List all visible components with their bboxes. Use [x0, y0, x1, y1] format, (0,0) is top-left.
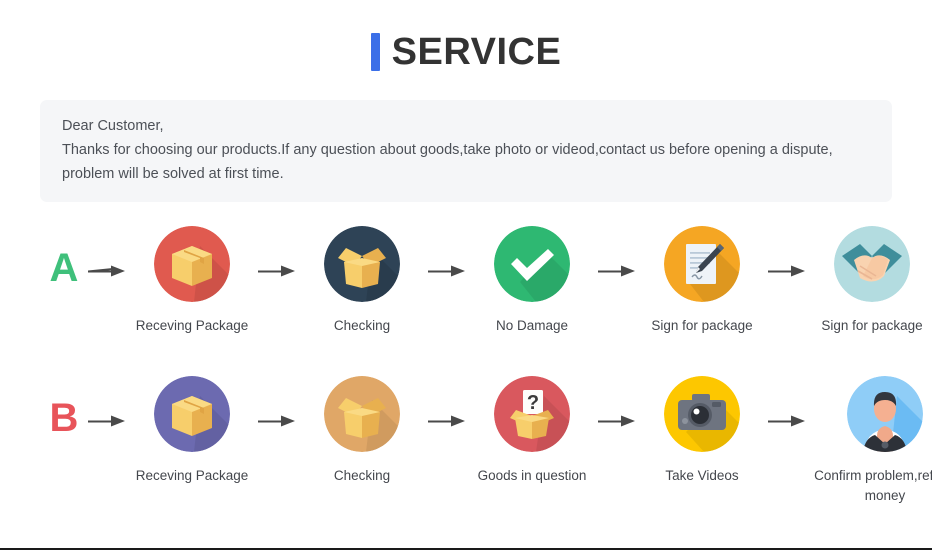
step-goods-in-question: ? Goods in question	[470, 376, 594, 486]
arrow-right-icon	[254, 264, 300, 278]
step-label: Checking	[333, 468, 391, 483]
check-mark-icon	[494, 226, 570, 302]
flow-row-a: A Receving Package Checking No Damage Si…	[0, 226, 932, 336]
camera-icon	[664, 376, 740, 452]
question-box-icon: ?	[494, 376, 570, 452]
step-sign-for-package-1: Sign for package	[640, 226, 764, 336]
step-label: Take Videos	[665, 468, 739, 483]
arrow-right-icon	[424, 414, 470, 428]
step-checking-a: Checking	[300, 226, 424, 336]
step-receiving-package-a: Receving Package	[130, 226, 254, 336]
customer-notice: Dear Customer, Thanks for choosing our p…	[40, 100, 892, 202]
notice-line-3: problem will be solved at first time.	[62, 166, 284, 182]
arrow-right-icon	[764, 414, 810, 428]
step-label: Confirm problem,refund money	[814, 468, 932, 503]
step-label: Checking	[333, 318, 391, 333]
arrow-right-icon	[254, 414, 300, 428]
arrow-right-icon	[424, 264, 470, 278]
page-title-text: SERVICE	[391, 31, 562, 73]
closed-box-icon	[154, 376, 230, 452]
service-page: SERVICE Dear Customer, Thanks for choosi…	[0, 0, 932, 548]
step-receiving-package-b: Receving Package	[130, 376, 254, 486]
step-label: No Damage	[495, 318, 569, 333]
flow-letter-a: A	[49, 246, 79, 290]
step-checking-b: Checking	[300, 376, 424, 486]
step-label: Receving Package	[135, 318, 249, 333]
step-label: Sign for package	[821, 318, 923, 333]
flow-letter-b: B	[49, 396, 79, 440]
arrow-right-icon	[84, 414, 130, 428]
handshake-icon	[834, 226, 910, 302]
step-confirm-problem-refund: Confirm problem,refund money	[810, 376, 932, 506]
svg-text:?: ?	[527, 392, 539, 414]
open-box-icon	[324, 226, 400, 302]
step-no-damage: No Damage	[470, 226, 594, 336]
support-agent-icon	[847, 376, 923, 452]
flow-row-b: B Receving Package Checking ? Goods in q…	[0, 376, 932, 506]
closed-box-icon	[154, 226, 230, 302]
document-pen-icon	[664, 226, 740, 302]
notice-line-1: Dear Customer,	[62, 118, 164, 134]
step-sign-for-package-2: Sign for package	[810, 226, 932, 336]
step-label: Sign for package	[651, 318, 753, 333]
arrow-right-icon	[594, 414, 640, 428]
step-label: Goods in question	[477, 468, 587, 483]
arrow-right-icon	[84, 264, 130, 278]
title-accent-bar	[370, 33, 380, 71]
open-box-icon	[324, 376, 400, 452]
step-take-videos: Take Videos	[640, 376, 764, 486]
arrow-right-icon	[764, 264, 810, 278]
notice-line-2: Thanks for choosing our products.If any …	[62, 142, 833, 158]
step-label: Receving Package	[135, 468, 249, 483]
page-title: SERVICE	[0, 0, 932, 78]
arrow-right-icon	[594, 264, 640, 278]
